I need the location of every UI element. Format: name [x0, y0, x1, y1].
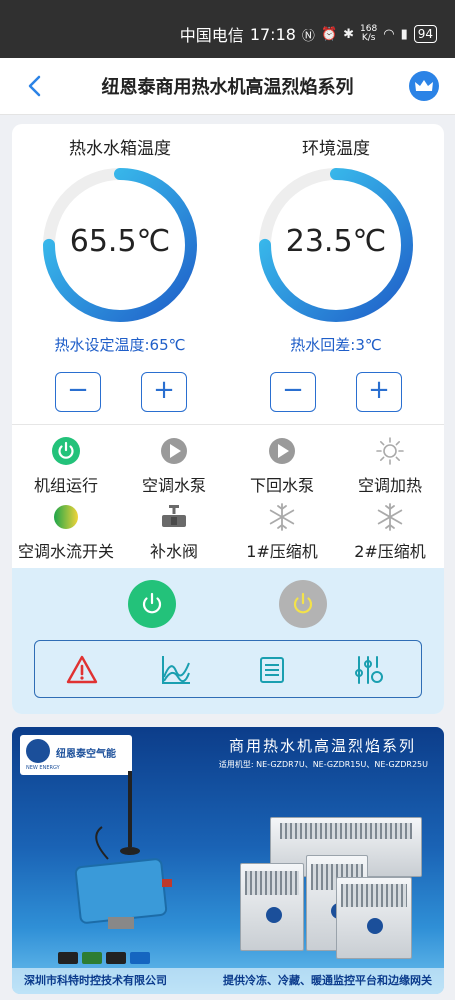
status-label: 2#压缩机: [354, 542, 426, 561]
status-compressor-2: 2#压缩机: [336, 502, 444, 562]
sun-icon: [376, 437, 404, 465]
status-label: 下回水泵: [249, 476, 314, 495]
page-title: 纽恩泰商用热水机高温烈焰系列: [101, 77, 354, 98]
heat-pump-unit-image: [336, 877, 412, 959]
platform-badges: [58, 952, 150, 964]
status-bar: 中国电信 17:18 Ⓝ ⏰ ✱ 168 K/s ◠ ▮ 94: [0, 0, 455, 58]
control-card: 热水水箱温度 65.5℃ 热水设定温度:65℃ 环境温度 23.5℃ 热水回差:…: [12, 124, 444, 714]
gauge-title: 环境温度: [302, 139, 370, 159]
company-slogan: 提供冷冻、冷藏、暖通监控平台和边缘网关: [223, 974, 432, 987]
battery-indicator: 94: [413, 25, 437, 43]
alarm-icon: ⏰: [320, 26, 338, 42]
status-label: 补水阀: [149, 542, 198, 561]
status-label: 空调水泵: [141, 476, 206, 495]
alarm-warning-icon[interactable]: [65, 653, 99, 687]
signal-icon: ▮: [400, 26, 408, 42]
banner-models: 适用机型: NE-GZDR7U、NE-GZDR15U、NE-GZDR25U: [218, 760, 428, 769]
ios-badge-icon: [106, 952, 126, 964]
power-icon: [293, 592, 313, 614]
flow-switch-icon: [54, 505, 78, 529]
gauge-ring: 23.5℃: [257, 166, 415, 324]
promo-banner[interactable]: 纽恩泰空气能 NEW ENERGY 商用热水机高温烈焰系列 适用机型: NE-G…: [12, 727, 444, 994]
android-badge-icon: [82, 952, 102, 964]
logo-subtext: NEW ENERGY: [26, 765, 60, 771]
status-bar-content: 中国电信 17:18 Ⓝ ⏰ ✱ 168 K/s ◠ ▮ 94: [180, 22, 437, 46]
snowflake-icon: [377, 503, 403, 531]
function-toolbar: [34, 640, 422, 698]
logo-mark-icon: [26, 739, 50, 763]
control-panel: [12, 568, 444, 714]
status-return-pump: 下回水泵: [228, 436, 336, 496]
status-ac-flow-switch: 空调水流开关: [12, 502, 120, 562]
status-compressor-1: 1#压缩机: [228, 502, 336, 562]
status-label: 空调加热: [357, 476, 422, 495]
power-icon: [142, 592, 162, 614]
tank-setpoint-decrease-button[interactable]: −: [55, 372, 101, 412]
play-icon: [269, 438, 295, 464]
power-on-button[interactable]: [128, 580, 176, 628]
setpoint-label: 热水回差:3℃: [290, 336, 382, 354]
divider: [12, 424, 444, 425]
status-ac-pump: 空调水泵: [120, 436, 228, 496]
play-icon: [161, 438, 187, 464]
list-icon[interactable]: [255, 653, 289, 687]
back-arrow-icon[interactable]: [22, 72, 50, 100]
return-diff-decrease-button[interactable]: −: [270, 372, 316, 412]
net-speed-unit: K/s: [361, 33, 376, 43]
app-badge-icon: [58, 952, 78, 964]
status-makeup-valve: 补水阀: [120, 502, 228, 562]
bluetooth-icon: ✱: [343, 26, 355, 42]
setpoint-label: 热水设定温度:65℃: [54, 336, 186, 354]
nfc-icon: Ⓝ: [301, 28, 315, 44]
water-tank-temp-gauge: 热水水箱温度 65.5℃ 热水设定温度:65℃: [20, 134, 220, 355]
heat-pump-unit-image: [240, 863, 304, 951]
status-unit-running: 机组运行: [12, 436, 120, 496]
company-name: 深圳市科特时控技术有限公司: [24, 974, 167, 987]
ambient-temp-gauge: 环境温度 23.5℃ 热水回差:3℃: [236, 134, 436, 355]
windows-badge-icon: [130, 952, 150, 964]
carrier-label: 中国电信: [179, 26, 244, 45]
gauge-title: 热水水箱温度: [69, 139, 171, 159]
power-off-button[interactable]: [279, 580, 327, 628]
status-label: 机组运行: [33, 476, 98, 495]
gateway-device-image: [74, 771, 172, 929]
status-label: 空调水流开关: [17, 542, 114, 561]
power-on-icon: [52, 437, 80, 465]
banner-title: 商用热水机高温烈焰系列: [228, 737, 416, 755]
valve-icon: [162, 505, 186, 527]
trend-chart-icon[interactable]: [159, 653, 193, 687]
tank-setpoint-increase-button[interactable]: +: [141, 372, 187, 412]
return-diff-increase-button[interactable]: +: [356, 372, 402, 412]
wifi-icon: ◠: [383, 26, 395, 42]
gauge-value: 65.5℃: [69, 224, 171, 259]
status-label: 1#压缩机: [246, 542, 318, 561]
gauge-value: 23.5℃: [285, 224, 387, 259]
net-speed: 168 K/s: [360, 25, 377, 43]
settings-sliders-icon[interactable]: [351, 653, 385, 687]
logo-text: 纽恩泰空气能: [56, 749, 116, 760]
gauge-ring: 65.5℃: [41, 166, 199, 324]
snowflake-icon: [269, 503, 295, 531]
nav-bar: 纽恩泰商用热水机高温烈焰系列: [0, 58, 455, 115]
status-ac-heating: 空调加热: [336, 436, 444, 496]
clock: 17:18: [249, 24, 296, 44]
crown-icon[interactable]: [409, 71, 439, 101]
